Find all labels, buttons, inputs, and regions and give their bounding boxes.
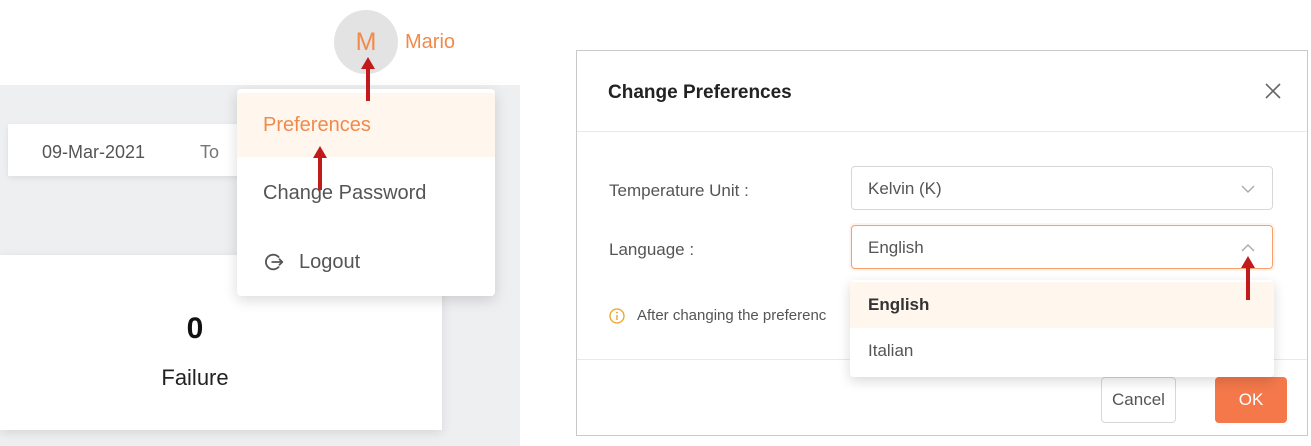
temperature-unit-select[interactable]: Kelvin (K) [851, 166, 1273, 210]
annotation-arrow-up-icon [1241, 256, 1255, 300]
change-preferences-dialog: Change Preferences Temperature Unit : Ke… [576, 50, 1308, 436]
close-button[interactable] [1259, 77, 1287, 105]
option-label: Italian [868, 341, 914, 360]
info-icon [609, 307, 625, 324]
select-value: Kelvin (K) [868, 179, 942, 198]
language-label: Language : [609, 240, 695, 259]
annotation-arrow-up-icon [361, 57, 375, 101]
from-date[interactable]: 09-Mar-2021 [42, 142, 145, 163]
menu-item-preferences[interactable]: Preferences [237, 93, 495, 157]
temperature-unit-label: Temperature Unit : [609, 181, 749, 200]
annotation-arrow-up-icon [313, 146, 327, 190]
menu-item-label: Preferences [263, 113, 371, 136]
info-text: After changing the preferenc [637, 307, 827, 324]
logout-icon [265, 253, 284, 271]
menu-item-label: Change Password [263, 181, 427, 204]
dialog-title: Change Preferences [608, 82, 792, 103]
stat-label: Failure [161, 365, 229, 390]
stat-value: 0 [186, 312, 204, 345]
to-label: To [200, 142, 220, 162]
menu-item-logout[interactable]: Logout [237, 230, 495, 294]
language-option-italian[interactable]: Italian [850, 328, 1274, 374]
language-dropdown-list: English Italian [850, 280, 1274, 377]
close-icon [1265, 83, 1281, 99]
menu-item-label: Logout [299, 250, 361, 273]
user-dropdown-menu: Preferences Change Password Logout [237, 89, 495, 296]
menu-item-change-password[interactable]: Change Password [237, 161, 495, 225]
app-screenshot-left: M Mario 09-Mar-2021 To 0 Failure Prefere… [0, 0, 520, 446]
chevron-down-icon [1241, 185, 1255, 193]
language-option-english[interactable]: English [850, 282, 1274, 328]
username-label[interactable]: Mario [405, 31, 455, 54]
avatar-initial: M [355, 27, 377, 56]
ok-button[interactable]: OK [1215, 377, 1287, 423]
dialog-header: Change Preferences [577, 51, 1307, 132]
select-value: English [868, 238, 924, 257]
language-select[interactable]: English [851, 225, 1273, 269]
date-filter-bar: 09-Mar-2021 To [8, 124, 268, 176]
option-label: English [868, 295, 930, 314]
cancel-button[interactable]: Cancel [1101, 377, 1176, 423]
info-message: After changing the preferenc [609, 307, 826, 324]
chevron-up-icon [1241, 244, 1255, 252]
